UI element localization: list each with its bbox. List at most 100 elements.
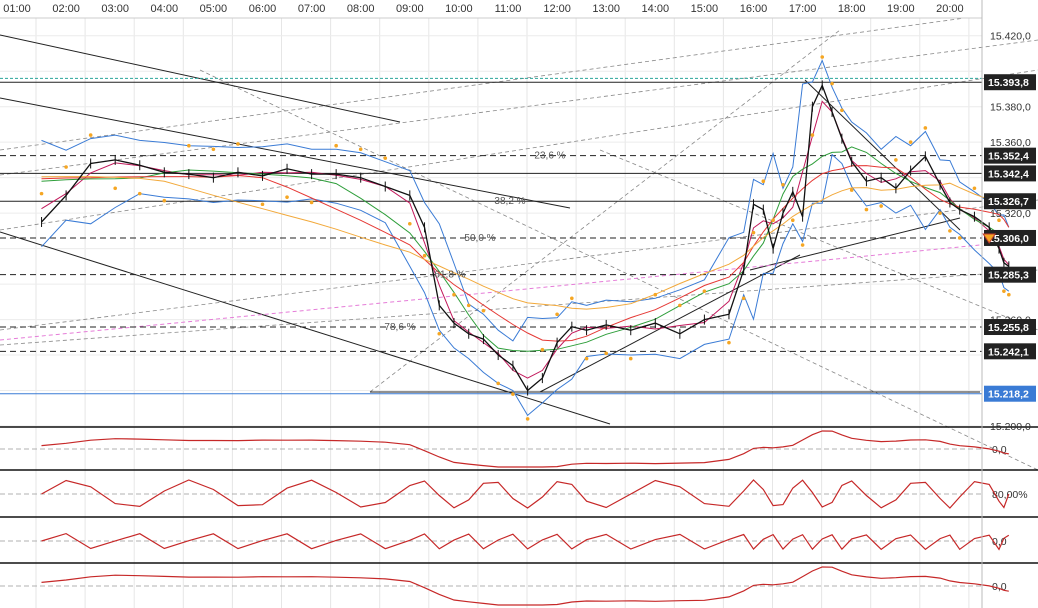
- price-tag-label: 15.352,4: [988, 151, 1029, 163]
- fib-label: 38,2 %: [494, 196, 525, 207]
- sar-dot: [923, 126, 928, 130]
- sar-dot: [570, 296, 574, 301]
- sar-dot: [628, 356, 633, 361]
- dashed-trendline: [599, 149, 1038, 331]
- fib-label: 61,8 %: [434, 270, 465, 281]
- fib-label: 78,6 %: [384, 322, 415, 333]
- sar-dot: [894, 158, 898, 162]
- ma-fast: [41, 100, 1010, 379]
- sar-dot: [88, 133, 93, 137]
- sar-dot: [653, 292, 658, 297]
- sar-dot: [285, 195, 289, 199]
- sar-dot: [64, 165, 68, 169]
- x-tick-label: 15:00: [691, 3, 719, 15]
- dashed-trendline: [369, 29, 841, 393]
- sar-dot: [678, 303, 682, 308]
- y-tick-label: 15.320,0: [990, 208, 1031, 220]
- x-axis: 01:00 02:00 03:00 04:00 05:00 06:00 07:00 08:00…: [0, 0, 1038, 19]
- sar-dot: [334, 143, 338, 148]
- long-ma-line: [0, 244, 981, 341]
- price-tag-label: 15.342,4: [988, 168, 1029, 180]
- sar-dot: [309, 200, 314, 205]
- sar-dot: [452, 292, 456, 297]
- x-tick-label: 13:00: [592, 3, 620, 15]
- sar-dot: [236, 142, 240, 146]
- sar-dot: [39, 191, 44, 196]
- sar-dot: [849, 188, 854, 192]
- x-tick-label: 02:00: [52, 3, 80, 15]
- x-tick-label: 20:00: [936, 3, 964, 15]
- sar-dot: [702, 289, 707, 293]
- x-tick-label: 01:00: [3, 3, 31, 15]
- y-tick-label: 15.420,0: [990, 31, 1031, 43]
- y-tick-label: 15.200,0: [990, 421, 1031, 433]
- price-chart: 23,6 % 38,2 % 50,0 % 61,8 % 78,6 % 0,080,00%…: [0, 0, 1038, 608]
- x-tick-label: 10:00: [445, 3, 473, 15]
- fib-label: 50,0 %: [464, 233, 495, 244]
- sar-dot: [1007, 292, 1011, 297]
- x-tick-label: 12:00: [543, 3, 571, 15]
- sar-dot: [957, 236, 962, 240]
- price-tag-label: 15.326,7: [988, 196, 1029, 208]
- sar-dot: [408, 221, 412, 226]
- sar-dot: [741, 296, 746, 301]
- sar-dot: [604, 351, 608, 356]
- sar-dot: [466, 303, 471, 308]
- sar-dot: [771, 218, 775, 223]
- sar-dot: [162, 198, 167, 203]
- x-tick-label: 03:00: [101, 3, 129, 15]
- sar-dot: [727, 340, 731, 345]
- dashed-trendline: [199, 69, 1038, 471]
- sar-dot: [938, 211, 942, 215]
- dashed-trendline: [0, 7, 1038, 151]
- sar-dot: [540, 347, 545, 352]
- y-tick-label: 15.360,0: [990, 137, 1031, 149]
- x-tick-label: 16:00: [740, 3, 768, 15]
- x-tick-label: 05:00: [200, 3, 228, 15]
- price-tag-label: 15.285,3: [988, 270, 1029, 282]
- sar-dot: [422, 253, 427, 258]
- sar-dot: [211, 147, 216, 152]
- price-tag-label: 15.218,2: [988, 389, 1029, 401]
- sar-dot: [525, 417, 530, 421]
- sar-dot: [187, 143, 191, 148]
- x-tick-label: 04:00: [151, 3, 179, 15]
- ma-slow: [41, 165, 1010, 342]
- sar-dot: [781, 182, 785, 187]
- panel-indicator-line: [41, 532, 1010, 551]
- y-tick-label: 15.380,0: [990, 102, 1031, 114]
- sar-dot: [864, 207, 869, 212]
- dashed-trendline: [0, 199, 1038, 331]
- sar-dot: [511, 392, 515, 396]
- sar-dot: [437, 331, 442, 336]
- sar-dot: [879, 204, 883, 208]
- sar-dot: [113, 186, 117, 191]
- sar-dot: [137, 191, 142, 196]
- sar-dot: [383, 156, 388, 160]
- sar-dot: [481, 308, 486, 313]
- sar-dot: [584, 356, 589, 361]
- price-tags: 15.393,815.352,415.342,415.326,715.306,0…: [982, 74, 1036, 402]
- x-tick-label: 09:00: [396, 3, 424, 15]
- sar-dot: [840, 108, 844, 113]
- price-tag-label: 15.255,8: [988, 322, 1029, 334]
- sar-dot: [800, 243, 805, 247]
- sar-dot: [908, 140, 913, 144]
- sar-dot: [751, 230, 756, 235]
- sar-dot: [761, 179, 766, 183]
- sar-dot: [948, 229, 952, 233]
- chart-grid: [0, 18, 982, 608]
- sar-dot: [810, 133, 815, 137]
- sar-dot: [555, 312, 559, 317]
- sar-dot: [358, 147, 363, 152]
- x-tick-label: 19:00: [887, 3, 915, 15]
- fib-label: 23,6 %: [534, 151, 565, 162]
- price-tag-label: 15.393,8: [988, 77, 1029, 89]
- x-tick-label: 14:00: [642, 3, 670, 15]
- sar-dot: [260, 202, 265, 207]
- x-tick-label: 11:00: [495, 3, 522, 15]
- x-tick-label: 06:00: [249, 3, 277, 15]
- x-tick-label: 18:00: [838, 3, 866, 15]
- sar-dot: [790, 218, 795, 223]
- x-tick-label: 17:00: [789, 3, 817, 15]
